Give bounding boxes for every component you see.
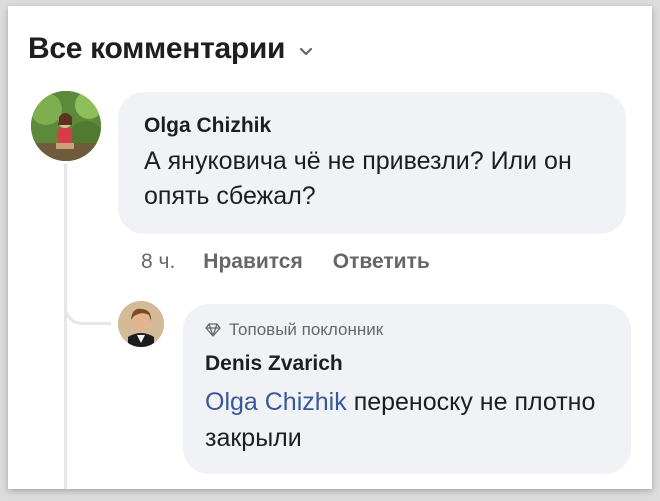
comment-text: А януковича чё не привезли? Или он опять… bbox=[144, 147, 572, 210]
badge-label: Топовый поклонник bbox=[229, 320, 384, 339]
thread-line bbox=[64, 164, 67, 489]
avatar[interactable] bbox=[31, 91, 101, 161]
comments-filter-header[interactable]: Все комментарии bbox=[28, 32, 313, 66]
user-photo-icon bbox=[31, 91, 101, 161]
comments-filter-label: Все комментарии bbox=[28, 32, 286, 65]
reply-bubble: Топовый поклонник Denis Zvarich Olga Chi… bbox=[183, 304, 631, 474]
comment-bubble: Olga Chizhik А януковича чё не привезли?… bbox=[118, 92, 626, 234]
reply-connector bbox=[64, 268, 111, 325]
chevron-down-icon[interactable] bbox=[299, 47, 313, 57]
comments-panel: Все комментарии Olga Chizhik А януковича… bbox=[8, 6, 652, 489]
comment-author[interactable]: Olga Chizhik bbox=[144, 114, 271, 138]
avatar[interactable] bbox=[118, 301, 164, 347]
like-button[interactable]: Нравится bbox=[203, 250, 302, 274]
comment-timestamp[interactable]: 8 ч. bbox=[141, 250, 175, 274]
reply-button[interactable]: Ответить bbox=[333, 250, 430, 274]
mention-link[interactable]: Olga Chizhik bbox=[205, 388, 347, 416]
top-fan-badge: Топовый поклонник bbox=[205, 320, 383, 340]
user-photo-icon bbox=[118, 301, 164, 347]
reply-text: Olga Chizhik переноску не плотно закрыли bbox=[205, 384, 620, 456]
reply-author[interactable]: Denis Zvarich bbox=[205, 352, 343, 376]
comment-actions: 8 ч. Нравится Ответить bbox=[141, 250, 460, 274]
gem-icon bbox=[205, 323, 221, 337]
